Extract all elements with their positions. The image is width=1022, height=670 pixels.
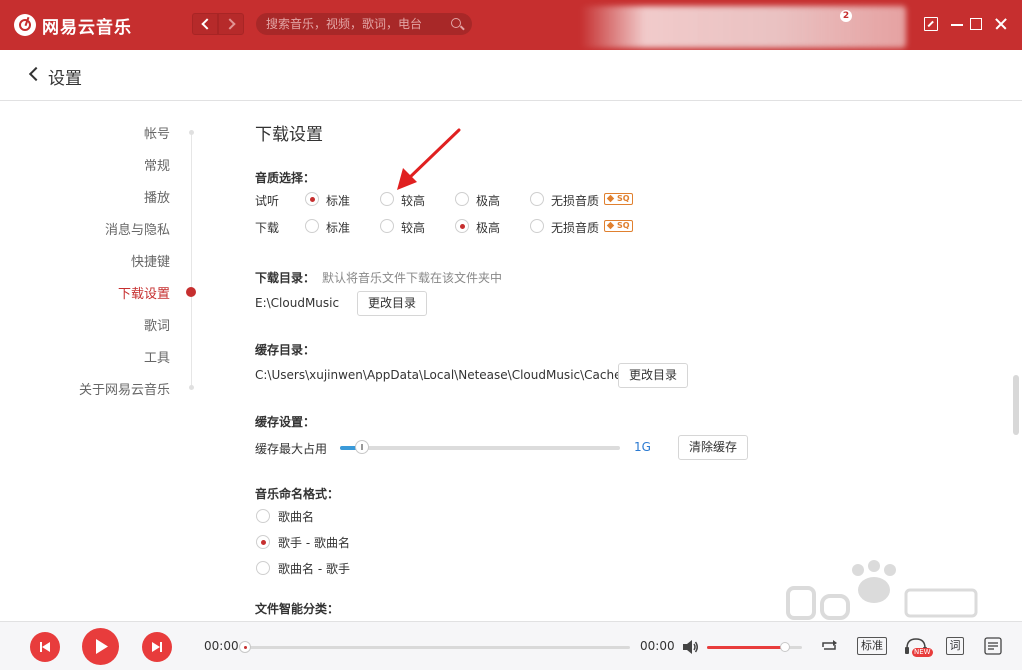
preview-quality-lossless-radio[interactable] <box>530 192 544 206</box>
current-time: 00:00 <box>204 639 239 653</box>
volume-handle[interactable] <box>779 642 790 652</box>
message-badge[interactable]: 2 <box>840 10 852 22</box>
option-label: 较高 <box>401 194 426 208</box>
smart-classify-label: 文件智能分类： <box>255 602 340 616</box>
preview-quality-standard-radio[interactable] <box>305 192 319 206</box>
download-quality-standard-radio[interactable] <box>305 219 319 233</box>
back-arrow-icon[interactable] <box>28 66 44 82</box>
new-badge: NEW <box>912 648 933 657</box>
app-title: 网易云音乐 <box>42 17 132 38</box>
desktop-lyrics-button[interactable]: 词 <box>946 637 964 655</box>
forward-button[interactable] <box>218 13 244 35</box>
total-time: 00:00 <box>640 639 675 653</box>
download-dir-hint: 默认将音乐文件下载在该文件夹中 <box>322 271 503 285</box>
download-quality-lossless-radio[interactable] <box>530 219 544 233</box>
change-download-dir-button[interactable]: 更改目录 <box>357 291 427 316</box>
quality-label: 音质选择： <box>255 171 316 185</box>
loop-mode-icon[interactable] <box>820 638 838 654</box>
option-label: 无损音质 <box>551 221 600 235</box>
chevron-right-icon <box>223 18 236 30</box>
option-label: 极高 <box>476 221 501 235</box>
settings-header: 设置 <box>0 50 1022 101</box>
sq-badge: SQ <box>604 220 633 232</box>
option-label: 标准 <box>326 194 351 208</box>
minimize-icon[interactable] <box>950 17 964 31</box>
option-label: 无损音质 <box>551 194 600 208</box>
volume-icon[interactable] <box>683 640 699 654</box>
playback-progress-bar[interactable] <box>245 646 630 649</box>
close-icon[interactable] <box>994 17 1008 31</box>
cache-size-slider[interactable] <box>340 446 620 450</box>
play-icon <box>96 639 108 654</box>
cache-slider-handle[interactable] <box>355 440 370 454</box>
download-row-label: 下载 <box>255 221 280 235</box>
naming-song-artist-radio[interactable] <box>256 561 270 575</box>
download-settings-panel: 下载设置 音质选择： 试听 标准 较高 极高 无损音质 SQ 下载 标准 较高 … <box>0 101 1012 621</box>
annotation-arrow-icon <box>397 128 461 190</box>
preview-quality-extreme-radio[interactable] <box>455 192 469 206</box>
cache-size-value: 1G <box>634 440 651 454</box>
preview-row-label: 试听 <box>255 194 280 208</box>
netease-logo-icon <box>14 14 36 36</box>
skip-previous-icon <box>40 642 50 652</box>
naming-option-label: 歌曲名 <box>278 510 315 524</box>
section-title: 下载设置 <box>255 125 323 145</box>
page-title: 设置 <box>48 69 82 89</box>
search-icon[interactable] <box>451 18 461 28</box>
back-button[interactable] <box>192 13 218 35</box>
blurred-user-area <box>580 6 906 48</box>
naming-artist-song-radio[interactable] <box>256 535 270 549</box>
chevron-left-icon <box>200 18 213 30</box>
naming-option-label: 歌曲名 - 歌手 <box>278 562 350 576</box>
history-nav <box>192 13 244 35</box>
volume-fill <box>707 646 785 649</box>
naming-song-radio[interactable] <box>256 509 270 523</box>
cache-dir-label: 缓存目录： <box>255 343 316 357</box>
download-dir-label: 下载目录： <box>255 271 316 285</box>
skip-next-icon <box>152 642 162 652</box>
naming-format-label: 音乐命名格式： <box>255 487 340 501</box>
cache-max-label: 缓存最大占用 <box>255 442 328 456</box>
quality-badge[interactable]: 标准 <box>857 637 887 655</box>
download-quality-higher-radio[interactable] <box>380 219 394 233</box>
download-quality-extreme-radio[interactable] <box>455 219 469 233</box>
content-scrollbar[interactable] <box>1013 375 1019 435</box>
download-dir-path: E:\CloudMusic <box>255 296 340 310</box>
play-button[interactable] <box>82 628 119 665</box>
maximize-icon[interactable] <box>970 18 982 30</box>
cache-settings-label: 缓存设置： <box>255 415 316 429</box>
option-label: 较高 <box>401 221 426 235</box>
cache-dir-path: C:\Users\xujinwen\AppData\Local\Netease\… <box>255 368 622 382</box>
clear-cache-button[interactable]: 清除缓存 <box>678 435 748 460</box>
search-input[interactable] <box>256 13 472 35</box>
progress-handle[interactable] <box>239 641 251 653</box>
app-logo[interactable]: 网易云音乐 <box>14 12 132 38</box>
sq-badge: SQ <box>604 193 633 205</box>
playlist-icon[interactable] <box>984 637 1002 655</box>
change-cache-dir-button[interactable]: 更改目录 <box>618 363 688 388</box>
mini-mode-icon[interactable] <box>924 17 938 31</box>
option-label: 标准 <box>326 221 351 235</box>
naming-option-label: 歌手 - 歌曲名 <box>278 536 350 550</box>
player-bar: 00:00 00:00 标准 NEW 词 <box>0 621 1022 670</box>
previous-button[interactable] <box>30 632 60 662</box>
option-label: 极高 <box>476 194 501 208</box>
preview-quality-higher-radio[interactable] <box>380 192 394 206</box>
title-bar: 网易云音乐 2 <box>0 0 1022 50</box>
next-button[interactable] <box>142 632 172 662</box>
